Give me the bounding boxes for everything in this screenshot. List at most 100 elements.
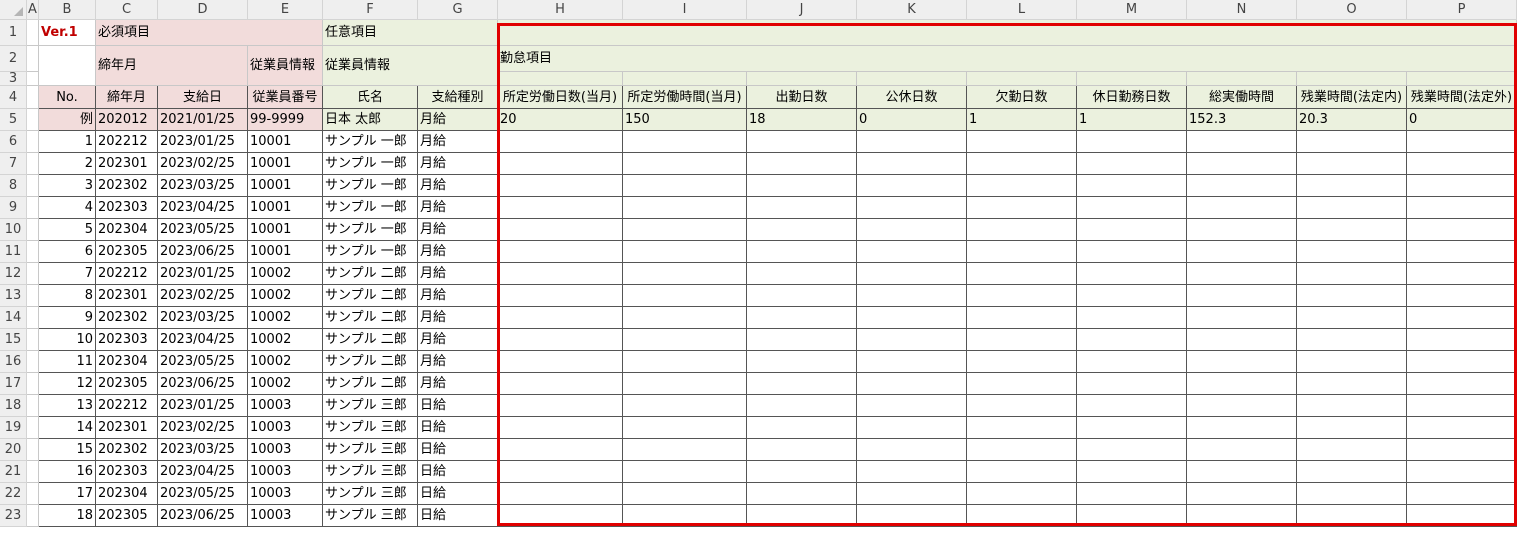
data-cell-c13[interactable]: 202301	[96, 285, 158, 307]
data-cell-e15[interactable]: 10002	[248, 329, 323, 351]
data-cell-j12[interactable]	[747, 263, 857, 285]
data-cell-d19[interactable]: 2023/02/25	[158, 417, 248, 439]
employee-info-group[interactable]: 従業員情報	[248, 46, 323, 86]
row-header-20[interactable]: 20	[0, 439, 27, 461]
data-cell-j16[interactable]	[747, 351, 857, 373]
closing-month-group[interactable]: 締年月	[96, 46, 248, 86]
data-cell-m12[interactable]	[1077, 263, 1187, 285]
data-cell-d8[interactable]: 2023/03/25	[158, 175, 248, 197]
data-cell-f9[interactable]: サンプル 一郎	[323, 197, 418, 219]
data-cell-e16[interactable]: 10002	[248, 351, 323, 373]
row-header-17[interactable]: 17	[0, 373, 27, 395]
data-cell-g10[interactable]: 月給	[418, 219, 498, 241]
data-cell-m22[interactable]	[1077, 483, 1187, 505]
cell-b2[interactable]	[39, 46, 96, 86]
data-cell-e20[interactable]: 10003	[248, 439, 323, 461]
data-cell-g20[interactable]: 日給	[418, 439, 498, 461]
data-cell-l7[interactable]	[967, 153, 1077, 175]
data-cell-k7[interactable]	[857, 153, 967, 175]
data-cell-b23[interactable]: 18	[39, 505, 96, 527]
data-cell-b6[interactable]: 1	[39, 131, 96, 153]
data-cell-n10[interactable]	[1187, 219, 1297, 241]
row-header-22[interactable]: 22	[0, 483, 27, 505]
cell-a16[interactable]	[27, 351, 39, 373]
header-cell-f[interactable]: 氏名	[323, 86, 418, 109]
data-cell-n21[interactable]	[1187, 461, 1297, 483]
data-cell-d14[interactable]: 2023/03/25	[158, 307, 248, 329]
data-cell-k18[interactable]	[857, 395, 967, 417]
data-cell-f6[interactable]: サンプル 一郎	[323, 131, 418, 153]
header-cell-h[interactable]: 所定労働日数(当月)	[498, 86, 623, 109]
required-items-label[interactable]: 必須項目	[96, 20, 323, 46]
data-cell-l14[interactable]	[967, 307, 1077, 329]
column-header-e[interactable]: E	[248, 0, 323, 20]
data-cell-i15[interactable]	[623, 329, 747, 351]
data-cell-j15[interactable]	[747, 329, 857, 351]
data-cell-f11[interactable]: サンプル 一郎	[323, 241, 418, 263]
data-cell-f10[interactable]: サンプル 一郎	[323, 219, 418, 241]
data-cell-c21[interactable]: 202303	[96, 461, 158, 483]
optional-items-band[interactable]	[498, 20, 1517, 46]
header-cell-m[interactable]: 休日勤務日数	[1077, 86, 1187, 109]
group-subcell[interactable]	[498, 72, 623, 86]
cell-a6[interactable]	[27, 131, 39, 153]
data-cell-p22[interactable]	[1407, 483, 1517, 505]
data-cell-p15[interactable]	[1407, 329, 1517, 351]
data-cell-n9[interactable]	[1187, 197, 1297, 219]
data-cell-b18[interactable]: 13	[39, 395, 96, 417]
group-subcell[interactable]	[857, 72, 967, 86]
data-cell-p20[interactable]	[1407, 439, 1517, 461]
header-cell-c[interactable]: 締年月	[96, 86, 158, 109]
data-cell-l10[interactable]	[967, 219, 1077, 241]
row-header-6[interactable]: 6	[0, 131, 27, 153]
cell-a21[interactable]	[27, 461, 39, 483]
data-cell-e14[interactable]: 10002	[248, 307, 323, 329]
data-cell-c15[interactable]: 202303	[96, 329, 158, 351]
data-cell-k6[interactable]	[857, 131, 967, 153]
data-cell-e12[interactable]: 10002	[248, 263, 323, 285]
data-cell-k11[interactable]	[857, 241, 967, 263]
data-cell-d17[interactable]: 2023/06/25	[158, 373, 248, 395]
data-cell-l23[interactable]	[967, 505, 1077, 527]
header-cell-g[interactable]: 支給種別	[418, 86, 498, 109]
data-cell-p9[interactable]	[1407, 197, 1517, 219]
header-cell-e[interactable]: 従業員番号	[248, 86, 323, 109]
example-cell-k[interactable]: 0	[857, 109, 967, 131]
column-header-o[interactable]: O	[1297, 0, 1407, 20]
data-cell-i19[interactable]	[623, 417, 747, 439]
data-cell-c17[interactable]: 202305	[96, 373, 158, 395]
data-cell-o9[interactable]	[1297, 197, 1407, 219]
data-cell-d10[interactable]: 2023/05/25	[158, 219, 248, 241]
data-cell-h12[interactable]	[498, 263, 623, 285]
data-cell-e9[interactable]: 10001	[248, 197, 323, 219]
data-cell-e11[interactable]: 10001	[248, 241, 323, 263]
example-cell-f[interactable]: 日本 太郎	[323, 109, 418, 131]
example-cell-b[interactable]: 例	[39, 109, 96, 131]
data-cell-g22[interactable]: 日給	[418, 483, 498, 505]
data-cell-o13[interactable]	[1297, 285, 1407, 307]
data-cell-b15[interactable]: 10	[39, 329, 96, 351]
data-cell-f22[interactable]: サンプル 三郎	[323, 483, 418, 505]
data-cell-k10[interactable]	[857, 219, 967, 241]
data-cell-c8[interactable]: 202302	[96, 175, 158, 197]
data-cell-d6[interactable]: 2023/01/25	[158, 131, 248, 153]
data-cell-n12[interactable]	[1187, 263, 1297, 285]
data-cell-p16[interactable]	[1407, 351, 1517, 373]
data-cell-i6[interactable]	[623, 131, 747, 153]
example-cell-d[interactable]: 2021/01/25	[158, 109, 248, 131]
data-cell-h21[interactable]	[498, 461, 623, 483]
data-cell-l18[interactable]	[967, 395, 1077, 417]
data-cell-p12[interactable]	[1407, 263, 1517, 285]
data-cell-p10[interactable]	[1407, 219, 1517, 241]
data-cell-d20[interactable]: 2023/03/25	[158, 439, 248, 461]
data-cell-p14[interactable]	[1407, 307, 1517, 329]
data-cell-l12[interactable]	[967, 263, 1077, 285]
data-cell-m15[interactable]	[1077, 329, 1187, 351]
row-header-23[interactable]: 23	[0, 505, 27, 527]
data-cell-e10[interactable]: 10001	[248, 219, 323, 241]
example-cell-c[interactable]: 202012	[96, 109, 158, 131]
row-header-11[interactable]: 11	[0, 241, 27, 263]
data-cell-c20[interactable]: 202302	[96, 439, 158, 461]
data-cell-n18[interactable]	[1187, 395, 1297, 417]
data-cell-b14[interactable]: 9	[39, 307, 96, 329]
